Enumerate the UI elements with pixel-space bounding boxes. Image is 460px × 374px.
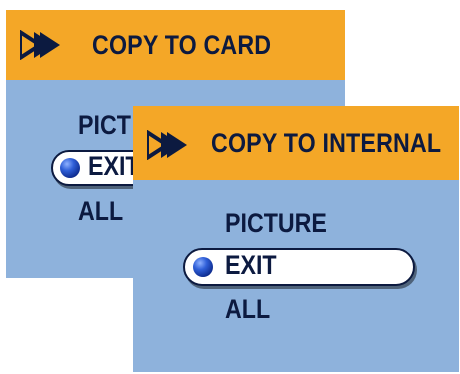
copy-to-internal-header: COPY TO INTERNAL (133, 106, 459, 180)
selection-bullet-icon (193, 257, 213, 277)
double-arrow-icon (20, 30, 60, 60)
copy-to-internal-title: COPY TO INTERNAL (211, 128, 442, 158)
menu-item-exit[interactable]: EXIT (225, 250, 277, 281)
selection-bullet-icon (60, 158, 80, 178)
copy-to-card-header: COPY TO CARD (6, 10, 345, 80)
copy-to-internal-screen: COPY TO INTERNAL PICTURE EXIT ALL (133, 106, 459, 372)
menu-item-picture[interactable]: PICTURE (225, 208, 327, 239)
menu-item-exit[interactable]: EXIT (88, 151, 140, 182)
menu-item-all[interactable]: ALL (78, 196, 123, 227)
menu-item-all[interactable]: ALL (225, 294, 270, 325)
copy-to-card-title: COPY TO CARD (92, 30, 272, 60)
menu-illustration: COPY TO CARD PICT EXIT ALL COPY TO INTER… (0, 0, 460, 374)
menu-item-picture[interactable]: PICT (78, 110, 131, 141)
exit-selection-pill[interactable] (183, 248, 415, 286)
double-arrow-icon (147, 130, 187, 160)
